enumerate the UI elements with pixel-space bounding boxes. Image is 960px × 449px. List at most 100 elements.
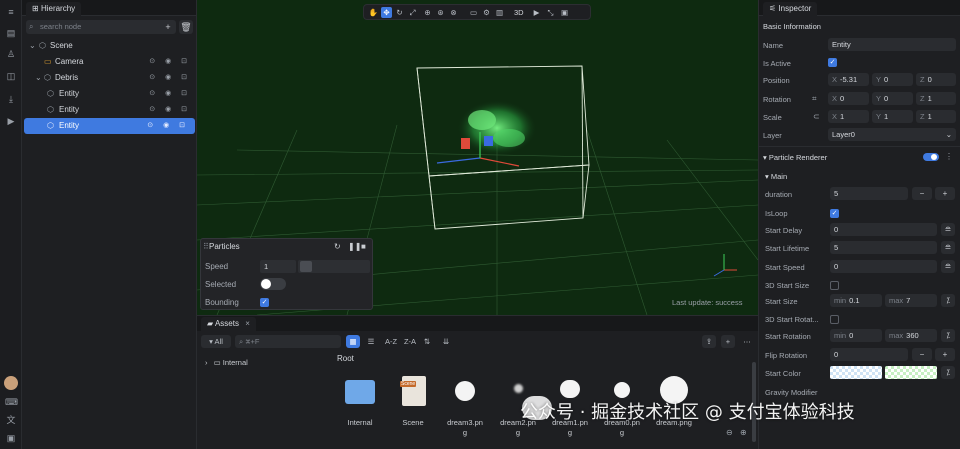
sort-za-button[interactable]: Z-A — [402, 335, 418, 348]
menu-icon[interactable]: ≡ — [5, 6, 17, 18]
play-icon[interactable]: ▶ — [5, 115, 17, 127]
tree-node-entity[interactable]: ⬡ Entity ⊙ ◉ ⊡ — [22, 102, 197, 118]
start-rotation-3d-checkbox[interactable] — [830, 315, 839, 324]
start-size-3d-checkbox[interactable] — [830, 281, 839, 290]
duration-decrement-button[interactable]: − — [912, 187, 932, 200]
speed-input[interactable]: 1 — [260, 260, 296, 273]
filter-all-button[interactable]: ▾ All — [201, 335, 231, 348]
position-y-input[interactable]: Y0 — [872, 73, 913, 86]
flip-rotation-decrement-button[interactable]: − — [912, 348, 932, 361]
snap-icon[interactable]: ⊗ — [448, 7, 459, 18]
close-icon[interactable]: × — [245, 319, 250, 328]
start-lifetime-input[interactable]: 5 — [830, 241, 937, 254]
zoom-in-icon[interactable]: ⊕ — [740, 428, 747, 437]
random-between-icon[interactable]: ⁒ — [941, 329, 955, 342]
layers-icon[interactable]: ▤ — [5, 27, 17, 39]
layer-select[interactable]: Layer0 ⌄ — [828, 128, 956, 141]
fullscreen-icon[interactable]: ⤡ — [545, 7, 556, 18]
stop-icon[interactable]: ■ — [361, 242, 366, 251]
tree-node-scene[interactable]: ⌄ ⬡ Scene — [22, 38, 197, 54]
particle-renderer-heading[interactable]: ▾ Particle Renderer — [763, 153, 827, 162]
settings-icon[interactable]: ⚙ — [481, 7, 492, 18]
bounding-checkbox[interactable]: ✓ — [260, 298, 269, 307]
main-heading[interactable]: ▾ Main — [765, 172, 787, 181]
help-icon[interactable]: ▣ — [5, 432, 17, 444]
list-view-icon[interactable]: ☰ — [364, 335, 378, 348]
selected-toggle[interactable] — [260, 278, 286, 290]
camera-view-icon[interactable]: ▭ — [468, 7, 479, 18]
more-icon[interactable]: ⋯ — [740, 335, 754, 348]
tab-assets[interactable]: ▰ Assets × — [201, 317, 256, 331]
position-z-input[interactable]: Z0 — [916, 73, 956, 86]
grid-view-icon[interactable]: ▦ — [346, 335, 360, 348]
pause-icon[interactable]: ❚❚ — [348, 242, 361, 251]
tree-node-debris[interactable]: ⌄ ⬡ Debris ⊙ ◉ ⊡ — [22, 70, 197, 86]
start-size-max-input[interactable]: max 7 — [885, 294, 937, 307]
world-icon[interactable]: ⊕ — [422, 7, 433, 18]
tree-node-entity-selected[interactable]: ⬡ Entity ⊙ ◉ ⊡ — [24, 118, 195, 134]
lock-ratio-icon[interactable]: ⊂ — [813, 112, 820, 121]
start-delay-input[interactable]: 0 — [830, 223, 937, 236]
folder-tree-internal[interactable]: › ▭ Internal — [205, 358, 248, 367]
tree-node-entity[interactable]: ⬡ Entity ⊙ ◉ ⊡ — [22, 86, 197, 102]
screenshot-icon[interactable]: ▣ — [559, 7, 570, 18]
node-actions[interactable]: ⊙ ◉ ⊡ — [149, 70, 191, 86]
sort-asc-icon[interactable]: ⇅ — [421, 335, 433, 348]
user-icon[interactable]: ♙ — [5, 48, 17, 60]
curve-mode-icon[interactable]: ≘ — [941, 223, 955, 236]
move-tool-icon[interactable]: ✥ — [381, 7, 392, 18]
start-color-min-swatch[interactable] — [830, 366, 882, 379]
stats-icon[interactable]: ▥ — [494, 7, 505, 18]
curve-mode-icon[interactable]: ≘ — [941, 260, 955, 273]
tab-hierarchy[interactable]: ⊞ Hierarchy — [26, 2, 82, 16]
name-input[interactable]: Entity — [828, 38, 956, 51]
sort-desc-icon[interactable]: ⇊ — [440, 335, 452, 348]
slider-thumb[interactable] — [300, 261, 312, 272]
node-actions[interactable]: ⊙ ◉ ⊡ — [149, 54, 191, 70]
assets-search-input[interactable]: ⌕ ⌘+F — [235, 335, 341, 348]
rotation-y-input[interactable]: Y0 — [872, 92, 913, 105]
flip-rotation-input[interactable]: 0 — [830, 348, 908, 361]
restart-icon[interactable]: ↻ — [334, 242, 341, 251]
tree-node-camera[interactable]: ▭ Camera ⊙ ◉ ⊡ — [22, 54, 197, 70]
tab-inspector[interactable]: ⚟ Inspector — [763, 2, 818, 16]
keyboard-icon[interactable]: ⌨ — [5, 396, 18, 408]
is-active-checkbox[interactable]: ✓ — [828, 58, 837, 67]
sort-az-button[interactable]: A-Z — [383, 335, 399, 348]
pivot-icon[interactable]: ⊛ — [435, 7, 446, 18]
duration-increment-button[interactable]: + — [935, 187, 955, 200]
start-speed-input[interactable]: 0 — [830, 260, 937, 273]
node-actions[interactable]: ⊙ ◉ ⊡ — [149, 86, 191, 102]
toggle-3d-button[interactable]: 3D — [514, 7, 524, 18]
scale-x-input[interactable]: X1 — [828, 110, 869, 123]
scale-tool-icon[interactable]: ⤢ — [407, 7, 418, 18]
add-node-button[interactable]: + — [161, 20, 175, 34]
duration-input[interactable]: 5 — [830, 187, 908, 200]
start-rotation-max-input[interactable]: max 360 — [885, 329, 937, 342]
start-size-min-input[interactable]: min 0.1 — [830, 294, 882, 307]
random-between-icon[interactable]: ⁒ — [941, 366, 955, 379]
chevron-right-icon[interactable]: › — [205, 358, 208, 367]
rotation-x-input[interactable]: X0 — [828, 92, 869, 105]
isloop-checkbox[interactable]: ✓ — [830, 209, 839, 218]
hierarchy-search-input[interactable]: ⌕ search node — [26, 20, 176, 34]
speed-slider[interactable] — [298, 260, 370, 273]
upload-icon[interactable]: ⇪ — [702, 335, 716, 348]
flip-rotation-increment-button[interactable]: + — [935, 348, 955, 361]
curve-mode-icon[interactable]: ≘ — [941, 241, 955, 254]
hand-tool-icon[interactable]: ✋ — [368, 7, 379, 18]
play-scene-icon[interactable]: ▶ — [531, 7, 542, 18]
more-vertical-icon[interactable]: ⋮ — [945, 152, 953, 161]
download-icon[interactable]: ⤓ — [5, 93, 17, 105]
translate-icon[interactable]: 文 — [5, 414, 17, 426]
start-rotation-min-input[interactable]: min 0 — [830, 329, 882, 342]
position-x-input[interactable]: X -5.31 — [828, 73, 869, 86]
rotation-z-input[interactable]: Z1 — [916, 92, 956, 105]
rotation-mode-icon[interactable]: ⌗ — [812, 94, 817, 104]
node-actions[interactable]: ⊙ ◉ ⊡ — [147, 118, 189, 134]
scale-z-input[interactable]: Z1 — [916, 110, 956, 123]
chevron-down-icon[interactable]: ⌄ — [29, 38, 36, 54]
random-between-icon[interactable]: ⁒ — [941, 294, 955, 307]
extensions-icon[interactable]: ◫ — [5, 70, 17, 82]
particle-renderer-toggle[interactable] — [923, 153, 939, 161]
